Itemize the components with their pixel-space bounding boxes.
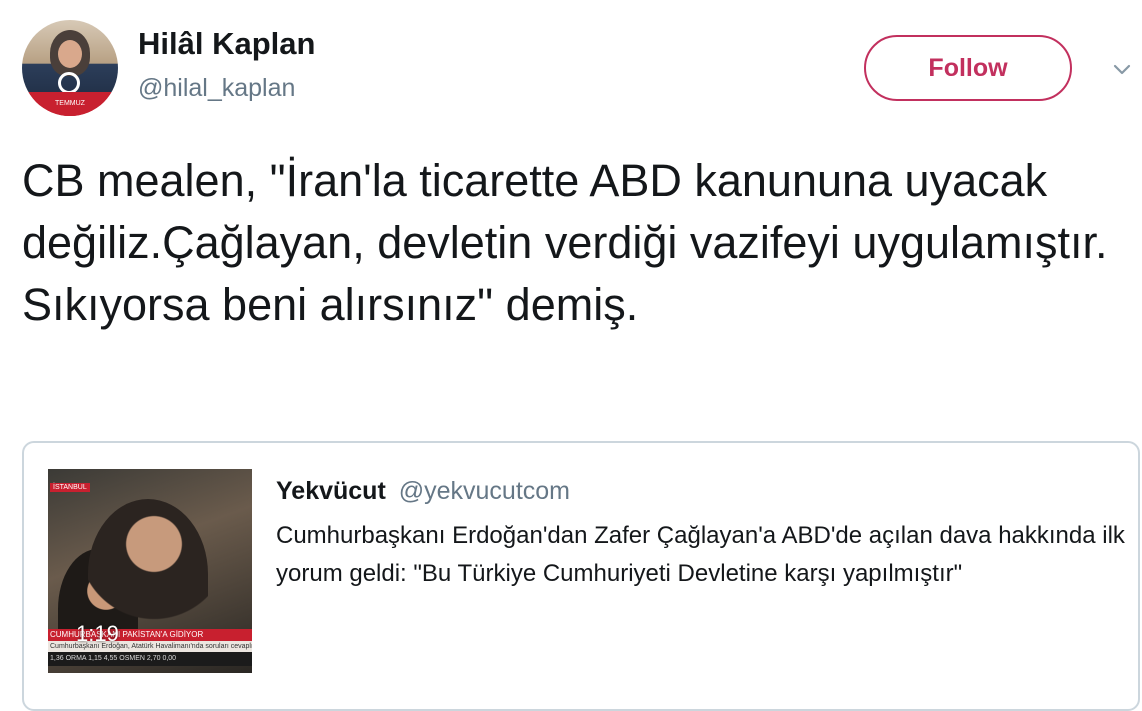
chevron-down-icon[interactable]: [1112, 60, 1132, 80]
quoted-tweet-card[interactable]: İSTANBUL CUMHURBAŞKANI PAKİSTAN'A GİDİYO…: [22, 441, 1140, 711]
follow-button[interactable]: Follow: [864, 35, 1072, 101]
quoted-header: Yekvücut @yekvucutcom: [276, 477, 570, 506]
tweet-text: CB mealen, "İran'la ticarette ABD kanunu…: [22, 155, 1108, 330]
quoted-author-handle[interactable]: @yekvucutcom: [399, 477, 570, 505]
video-duration: 1:19: [76, 621, 119, 646]
thumbnail-market-ticker: 1,36 ORMA 1,15 4,55 OSMEN 2,70 0,00: [48, 652, 252, 666]
avatar-badge: TEMMUZ: [22, 92, 118, 116]
quoted-media-thumbnail[interactable]: İSTANBUL CUMHURBAŞKANI PAKİSTAN'A GİDİYO…: [48, 469, 252, 673]
quoted-tweet-text: Cumhurbaşkanı Erdoğan'dan Zafer Çağlayan…: [276, 522, 1125, 587]
quoted-author-name[interactable]: Yekvücut: [276, 477, 386, 505]
avatar-logo-icon: [58, 72, 80, 94]
avatar[interactable]: TEMMUZ: [22, 20, 118, 116]
avatar-face: [58, 40, 82, 68]
thumbnail-location-tag: İSTANBUL: [50, 483, 90, 492]
author-name[interactable]: Hilâl Kaplan: [138, 26, 315, 62]
author-handle[interactable]: @hilal_kaplan: [138, 74, 295, 103]
